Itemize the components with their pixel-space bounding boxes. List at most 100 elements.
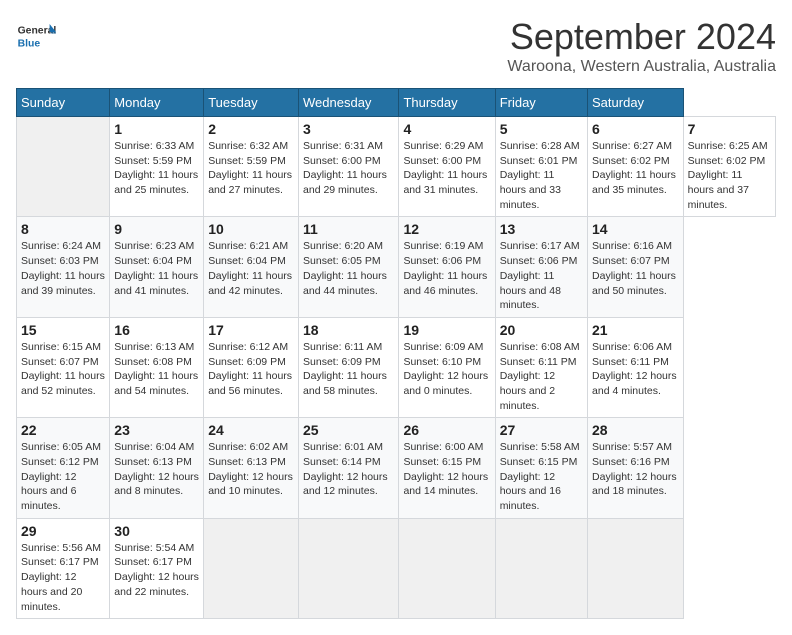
day-cell-8: 8 Sunrise: 6:24 AMSunset: 6:03 PMDaylight… <box>17 217 110 317</box>
day-number: 9 <box>114 221 199 237</box>
day-info: Sunrise: 6:02 AMSunset: 6:13 PMDaylight:… <box>208 440 294 499</box>
day-info: Sunrise: 6:09 AMSunset: 6:10 PMDaylight:… <box>403 340 490 399</box>
day-cell-1: 1Sunrise: 6:33 AMSunset: 5:59 PMDaylight… <box>110 117 204 217</box>
day-cell-17: 17Sunrise: 6:12 AMSunset: 6:09 PMDayligh… <box>204 317 299 417</box>
day-cell-28: 28 Sunrise: 5:57 AMSunset: 6:16 PMDayligh… <box>588 418 684 518</box>
empty-cell <box>495 518 587 618</box>
day-cell-9: 9 Sunrise: 6:23 AMSunset: 6:04 PMDaylight… <box>110 217 204 317</box>
day-info: Sunrise: 6:12 AMSunset: 6:09 PMDaylight:… <box>208 340 294 399</box>
calendar-table: Sunday Monday Tuesday Wednesday Thursday… <box>16 88 776 619</box>
day-cell-21: 21 Sunrise: 6:06 AMSunset: 6:11 PMDayligh… <box>588 317 684 417</box>
day-cell-14: 14 Sunrise: 6:16 AMSunset: 6:07 PMDayligh… <box>588 217 684 317</box>
day-number: 21 <box>592 322 679 338</box>
day-info: Sunrise: 6:20 AMSunset: 6:05 PMDaylight:… <box>303 239 394 298</box>
day-number: 3 <box>303 121 394 137</box>
day-info: Sunrise: 6:33 AMSunset: 5:59 PMDaylight:… <box>114 139 199 198</box>
day-cell-4: 4 Sunrise: 6:29 AMSunset: 6:00 PMDaylight… <box>399 117 495 217</box>
day-number: 27 <box>500 422 583 438</box>
day-info: Sunrise: 6:16 AMSunset: 6:07 PMDaylight:… <box>592 239 679 298</box>
day-info: Sunrise: 5:57 AMSunset: 6:16 PMDaylight:… <box>592 440 679 499</box>
day-cell-16: 16 Sunrise: 6:13 AMSunset: 6:08 PMDayligh… <box>110 317 204 417</box>
logo: General Blue <box>16 16 60 56</box>
day-number: 14 <box>592 221 679 237</box>
day-number: 20 <box>500 322 583 338</box>
day-number: 2 <box>208 121 294 137</box>
day-cell-12: 12 Sunrise: 6:19 AMSunset: 6:06 PMDayligh… <box>399 217 495 317</box>
col-tuesday: Tuesday <box>204 89 299 117</box>
day-number: 19 <box>403 322 490 338</box>
day-number: 12 <box>403 221 490 237</box>
day-number: 13 <box>500 221 583 237</box>
col-sunday: Sunday <box>17 89 110 117</box>
day-number: 8 <box>21 221 105 237</box>
day-info: Sunrise: 5:56 AMSunset: 6:17 PMDaylight:… <box>21 541 105 614</box>
day-number: 22 <box>21 422 105 438</box>
day-number: 5 <box>500 121 583 137</box>
empty-cell <box>204 518 299 618</box>
day-info: Sunrise: 6:04 AMSunset: 6:13 PMDaylight:… <box>114 440 199 499</box>
day-info: Sunrise: 6:24 AMSunset: 6:03 PMDaylight:… <box>21 239 105 298</box>
col-wednesday: Wednesday <box>299 89 399 117</box>
week-row-4: 29 Sunrise: 5:56 AMSunset: 6:17 PMDayligh… <box>17 518 776 618</box>
day-cell-20: 20 Sunrise: 6:08 AMSunset: 6:11 PMDayligh… <box>495 317 587 417</box>
week-row-0: 1Sunrise: 6:33 AMSunset: 5:59 PMDaylight… <box>17 117 776 217</box>
day-cell-10: 10Sunrise: 6:21 AMSunset: 6:04 PMDayligh… <box>204 217 299 317</box>
day-cell-23: 23 Sunrise: 6:04 AMSunset: 6:13 PMDayligh… <box>110 418 204 518</box>
day-number: 29 <box>21 523 105 539</box>
day-info: Sunrise: 6:13 AMSunset: 6:08 PMDaylight:… <box>114 340 199 399</box>
day-info: Sunrise: 6:00 AMSunset: 6:15 PMDaylight:… <box>403 440 490 499</box>
day-cell-25: 25Sunrise: 6:01 AMSunset: 6:14 PMDayligh… <box>299 418 399 518</box>
day-cell-15: 15 Sunrise: 6:15 AMSunset: 6:07 PMDayligh… <box>17 317 110 417</box>
day-cell-22: 22 Sunrise: 6:05 AMSunset: 6:12 PMDayligh… <box>17 418 110 518</box>
empty-cell <box>588 518 684 618</box>
day-cell-5: 5 Sunrise: 6:28 AMSunset: 6:01 PMDaylight… <box>495 117 587 217</box>
day-number: 4 <box>403 121 490 137</box>
location: Waroona, Western Australia, Australia <box>507 58 776 76</box>
page-header: General Blue September 2024 Waroona, Wes… <box>16 16 776 76</box>
title-block: September 2024 Waroona, Western Australi… <box>507 16 776 76</box>
day-cell-2: 2 Sunrise: 6:32 AMSunset: 5:59 PMDaylight… <box>204 117 299 217</box>
col-friday: Friday <box>495 89 587 117</box>
day-info: Sunrise: 6:28 AMSunset: 6:01 PMDaylight:… <box>500 139 583 212</box>
day-info: Sunrise: 6:19 AMSunset: 6:06 PMDaylight:… <box>403 239 490 298</box>
day-cell-11: 11Sunrise: 6:20 AMSunset: 6:05 PMDayligh… <box>299 217 399 317</box>
day-info: Sunrise: 6:11 AMSunset: 6:09 PMDaylight:… <box>303 340 394 399</box>
day-info: Sunrise: 6:17 AMSunset: 6:06 PMDaylight:… <box>500 239 583 312</box>
day-info: Sunrise: 6:27 AMSunset: 6:02 PMDaylight:… <box>592 139 679 198</box>
day-number: 15 <box>21 322 105 338</box>
empty-cell <box>299 518 399 618</box>
day-info: Sunrise: 6:06 AMSunset: 6:11 PMDaylight:… <box>592 340 679 399</box>
day-number: 25 <box>303 422 394 438</box>
empty-cell <box>17 117 110 217</box>
day-cell-26: 26 Sunrise: 6:00 AMSunset: 6:15 PMDayligh… <box>399 418 495 518</box>
col-thursday: Thursday <box>399 89 495 117</box>
svg-text:Blue: Blue <box>18 38 41 49</box>
day-number: 30 <box>114 523 199 539</box>
day-number: 26 <box>403 422 490 438</box>
week-row-3: 22 Sunrise: 6:05 AMSunset: 6:12 PMDayligh… <box>17 418 776 518</box>
day-cell-29: 29 Sunrise: 5:56 AMSunset: 6:17 PMDayligh… <box>17 518 110 618</box>
day-info: Sunrise: 6:05 AMSunset: 6:12 PMDaylight:… <box>21 440 105 513</box>
day-number: 16 <box>114 322 199 338</box>
day-info: Sunrise: 6:32 AMSunset: 5:59 PMDaylight:… <box>208 139 294 198</box>
day-cell-27: 27Sunrise: 5:58 AMSunset: 6:15 PMDayligh… <box>495 418 587 518</box>
col-monday: Monday <box>110 89 204 117</box>
empty-cell <box>399 518 495 618</box>
day-info: Sunrise: 6:25 AMSunset: 6:02 PMDaylight:… <box>688 139 771 212</box>
day-info: Sunrise: 6:23 AMSunset: 6:04 PMDaylight:… <box>114 239 199 298</box>
day-info: Sunrise: 5:54 AMSunset: 6:17 PMDaylight:… <box>114 541 199 600</box>
day-cell-18: 18 Sunrise: 6:11 AMSunset: 6:09 PMDayligh… <box>299 317 399 417</box>
day-number: 18 <box>303 322 394 338</box>
day-number: 23 <box>114 422 199 438</box>
day-info: Sunrise: 6:15 AMSunset: 6:07 PMDaylight:… <box>21 340 105 399</box>
day-cell-7: 7Sunrise: 6:25 AMSunset: 6:02 PMDaylight… <box>683 117 775 217</box>
day-info: Sunrise: 6:08 AMSunset: 6:11 PMDaylight:… <box>500 340 583 413</box>
day-number: 28 <box>592 422 679 438</box>
day-info: Sunrise: 6:21 AMSunset: 6:04 PMDaylight:… <box>208 239 294 298</box>
day-info: Sunrise: 6:29 AMSunset: 6:00 PMDaylight:… <box>403 139 490 198</box>
logo-icon: General Blue <box>16 16 56 56</box>
day-cell-13: 13 Sunrise: 6:17 AMSunset: 6:06 PMDayligh… <box>495 217 587 317</box>
day-cell-30: 30 Sunrise: 5:54 AMSunset: 6:17 PMDayligh… <box>110 518 204 618</box>
month-title: September 2024 <box>507 16 776 58</box>
day-info: Sunrise: 6:31 AMSunset: 6:00 PMDaylight:… <box>303 139 394 198</box>
